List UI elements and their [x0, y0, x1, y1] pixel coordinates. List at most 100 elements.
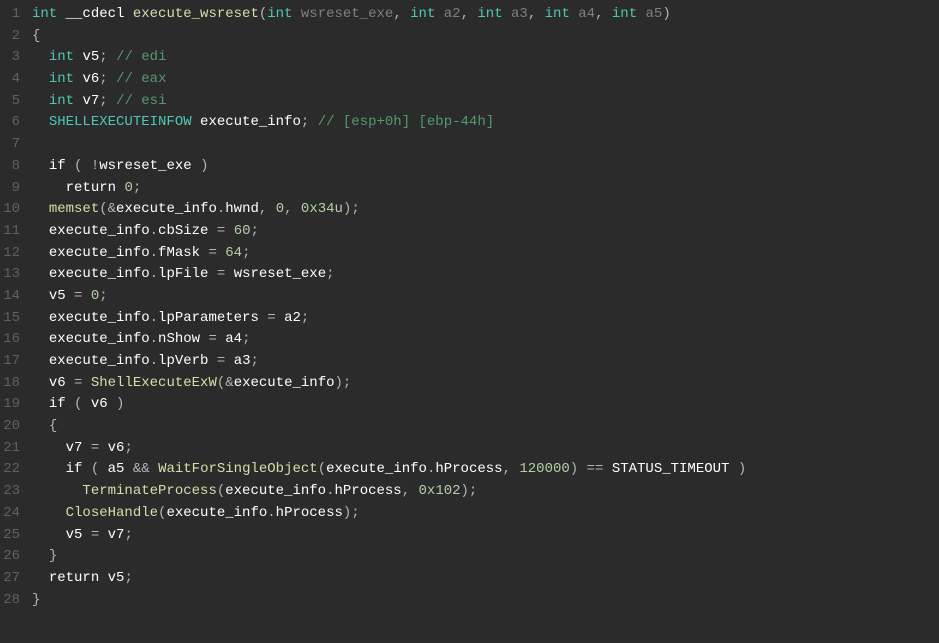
- code-line[interactable]: if ( !wsreset_exe ): [32, 156, 746, 178]
- code-token: ;: [124, 570, 132, 586]
- code-token: [637, 6, 645, 22]
- code-token: execute_info: [326, 461, 427, 477]
- code-token: [32, 266, 49, 282]
- code-token: =: [208, 223, 233, 239]
- code-line[interactable]: execute_info.lpVerb = a3;: [32, 351, 746, 373]
- code-token: [32, 527, 66, 543]
- code-token: v5: [66, 527, 83, 543]
- code-token: 0: [276, 201, 284, 217]
- code-line[interactable]: return v5;: [32, 568, 746, 590]
- code-editor[interactable]: 1234567891011121314151617181920212223242…: [0, 0, 939, 611]
- code-token: int: [410, 6, 435, 22]
- code-line[interactable]: }: [32, 590, 746, 612]
- code-token: }: [49, 548, 57, 564]
- code-token: nShow: [158, 331, 200, 347]
- line-number: 14: [0, 286, 22, 308]
- code-token: [32, 180, 66, 196]
- code-line[interactable]: execute_info.lpParameters = a2;: [32, 308, 746, 330]
- code-token: execute_info: [116, 201, 217, 217]
- code-token: cbSize: [158, 223, 208, 239]
- code-line[interactable]: v7 = v6;: [32, 438, 746, 460]
- code-line[interactable]: return 0;: [32, 178, 746, 200]
- code-token: ;: [99, 93, 116, 109]
- code-token: int: [49, 93, 74, 109]
- code-token: .: [150, 331, 158, 347]
- code-line[interactable]: v5 = v7;: [32, 525, 746, 547]
- code-token: .: [150, 353, 158, 369]
- code-area[interactable]: int __cdecl execute_wsreset(int wsreset_…: [32, 4, 746, 611]
- code-token: [32, 310, 49, 326]
- code-token: execute_info: [234, 375, 335, 391]
- code-token: ;: [326, 266, 334, 282]
- code-line[interactable]: SHELLEXECUTEINFOW execute_info; // [esp+…: [32, 112, 746, 134]
- code-token: return: [49, 570, 99, 586]
- code-line[interactable]: int __cdecl execute_wsreset(int wsreset_…: [32, 4, 746, 26]
- code-token: hwnd: [225, 201, 259, 217]
- code-token: a4: [578, 6, 595, 22]
- code-token: ;: [133, 180, 141, 196]
- code-line[interactable]: int v7; // esi: [32, 91, 746, 113]
- code-token: a4: [225, 331, 242, 347]
- code-line[interactable]: {: [32, 416, 746, 438]
- code-token: [32, 331, 49, 347]
- code-token: ;: [301, 114, 318, 130]
- code-token: ,: [284, 201, 301, 217]
- code-token: =: [200, 331, 225, 347]
- code-line[interactable]: int v6; // eax: [32, 69, 746, 91]
- code-token: =: [208, 353, 233, 369]
- code-token: =: [66, 375, 91, 391]
- code-token: .: [150, 310, 158, 326]
- code-token: CloseHandle: [66, 505, 158, 521]
- code-token: // esi: [116, 93, 166, 109]
- code-token: ,: [528, 6, 545, 22]
- code-token: execute_wsreset: [133, 6, 259, 22]
- code-line[interactable]: v6 = ShellExecuteExW(&execute_info);: [32, 373, 746, 395]
- code-token: =: [82, 440, 107, 456]
- line-number: 13: [0, 264, 22, 286]
- code-line[interactable]: memset(&execute_info.hwnd, 0, 0x34u);: [32, 199, 746, 221]
- code-token: ;: [242, 331, 250, 347]
- code-line[interactable]: if ( v6 ): [32, 394, 746, 416]
- code-token: v6: [91, 396, 108, 412]
- code-token: wsreset_exe: [234, 266, 326, 282]
- code-token: hProcess: [276, 505, 343, 521]
- code-line[interactable]: if ( a5 && WaitForSingleObject(execute_i…: [32, 459, 746, 481]
- code-token: [99, 570, 107, 586]
- code-token: v5: [82, 49, 99, 65]
- code-token: if: [66, 461, 83, 477]
- code-token: 0x34u: [301, 201, 343, 217]
- code-token: hProcess: [435, 461, 502, 477]
- code-line[interactable]: }: [32, 546, 746, 568]
- line-number: 16: [0, 329, 22, 351]
- code-token: [192, 114, 200, 130]
- code-token: ,: [503, 461, 520, 477]
- code-token: ;: [242, 245, 250, 261]
- code-line[interactable]: [32, 134, 746, 156]
- line-number: 6: [0, 112, 22, 134]
- code-token: ;: [301, 310, 309, 326]
- code-token: [32, 440, 66, 456]
- line-number: 4: [0, 69, 22, 91]
- code-line[interactable]: TerminateProcess(execute_info.hProcess, …: [32, 481, 746, 503]
- code-token: a3: [234, 353, 251, 369]
- code-token: (: [74, 396, 91, 412]
- code-line[interactable]: execute_info.lpFile = wsreset_exe;: [32, 264, 746, 286]
- code-token: TerminateProcess: [82, 483, 216, 499]
- line-number: 21: [0, 438, 22, 460]
- code-token: =: [82, 527, 107, 543]
- line-number: 8: [0, 156, 22, 178]
- code-line[interactable]: int v5; // edi: [32, 47, 746, 69]
- code-line[interactable]: v5 = 0;: [32, 286, 746, 308]
- code-token: a2: [444, 6, 461, 22]
- code-token: // [esp+0h] [ebp-44h]: [318, 114, 494, 130]
- code-token: lpFile: [158, 266, 208, 282]
- code-line[interactable]: execute_info.cbSize = 60;: [32, 221, 746, 243]
- code-token: 0x102: [419, 483, 461, 499]
- code-token: ,: [461, 6, 478, 22]
- code-line[interactable]: execute_info.nShow = a4;: [32, 329, 746, 351]
- code-line[interactable]: CloseHandle(execute_info.hProcess);: [32, 503, 746, 525]
- code-token: ): [662, 6, 670, 22]
- code-line[interactable]: execute_info.fMask = 64;: [32, 243, 746, 265]
- code-line[interactable]: {: [32, 26, 746, 48]
- code-token: WaitForSingleObject: [158, 461, 318, 477]
